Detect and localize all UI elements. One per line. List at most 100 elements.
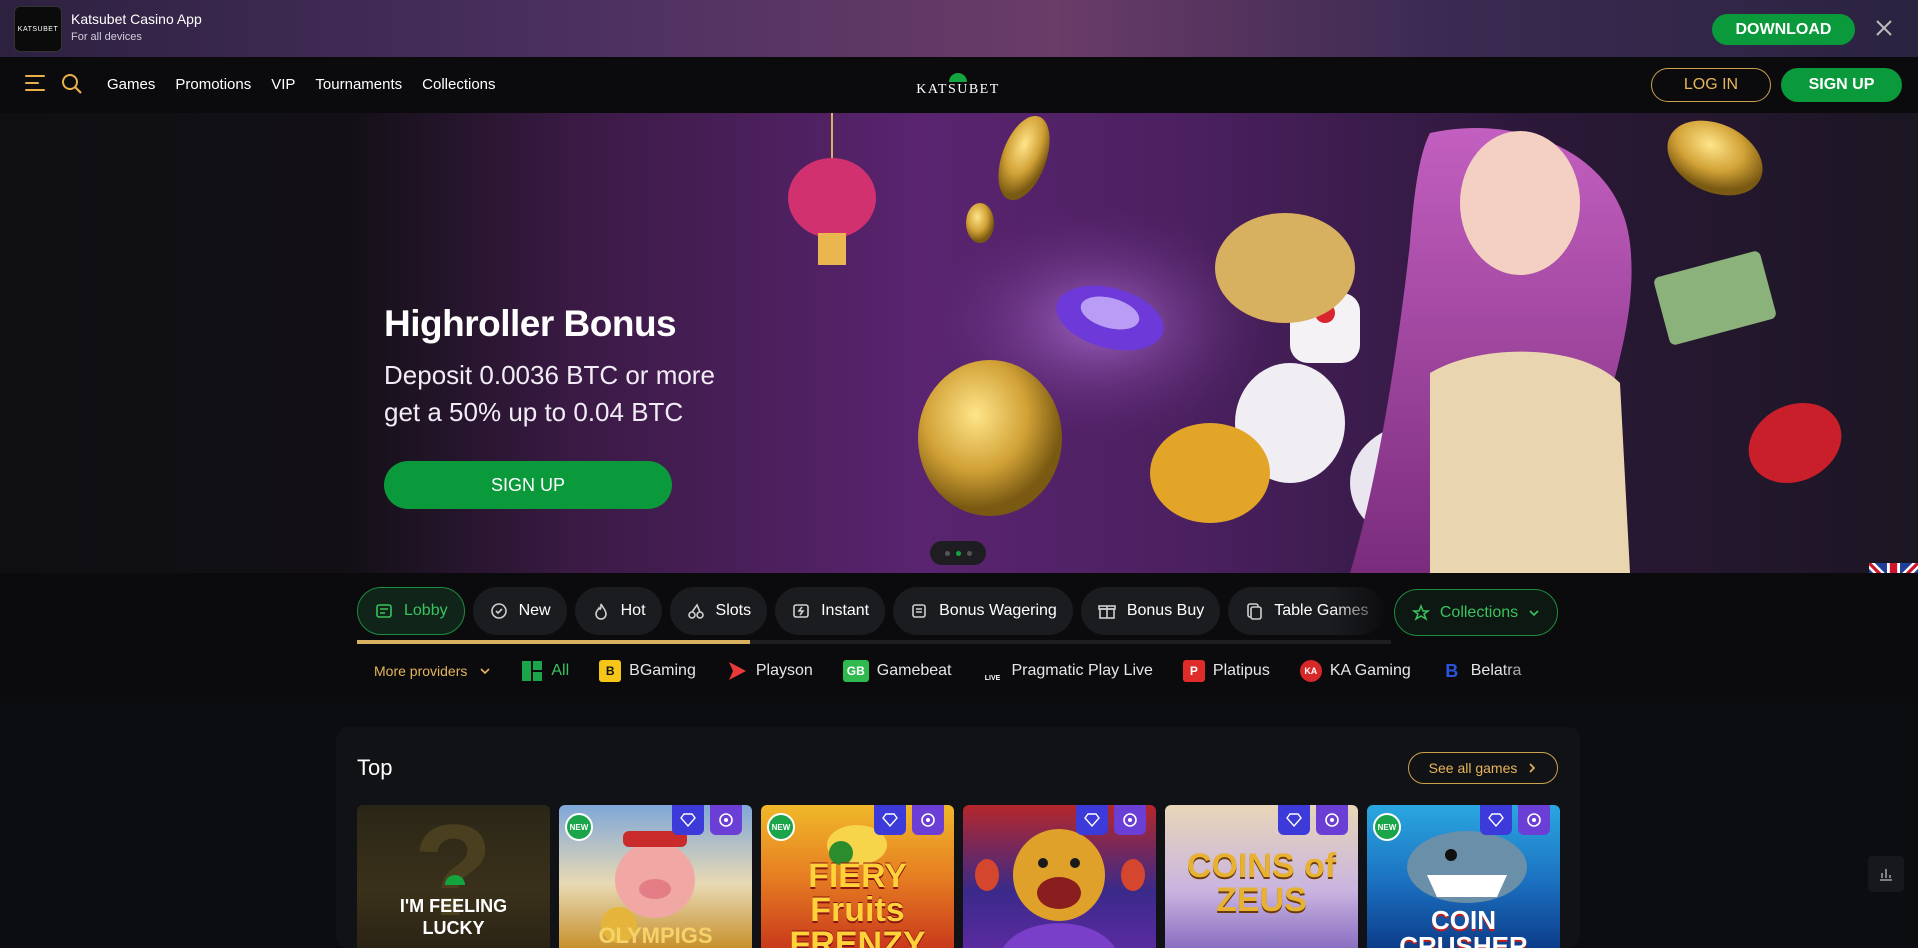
carousel-dot-active[interactable] xyxy=(955,550,961,556)
tab-new[interactable]: New xyxy=(472,587,567,635)
tab-label: Instant xyxy=(821,602,870,619)
section-title: Top xyxy=(357,755,393,780)
provider-label: All xyxy=(551,662,570,679)
wager-icon xyxy=(909,601,929,621)
tab-bonus-wagering[interactable]: Bonus Wagering xyxy=(893,587,1073,635)
diamond-icon xyxy=(1076,805,1108,835)
app-banner-title: Katsubet Casino App xyxy=(71,11,202,27)
search-icon[interactable] xyxy=(61,73,83,95)
game-title: COINS of ZEUS xyxy=(1186,847,1337,919)
tabs-scrollbar-thumb[interactable] xyxy=(357,640,750,644)
game-tile-olympigs[interactable]: OLYMPIGS NEW xyxy=(559,805,752,948)
app-logo: KATSUBET xyxy=(14,6,62,52)
hero-signup-button[interactable]: SIGN UP xyxy=(384,461,672,509)
provider-playson[interactable]: Playson xyxy=(726,660,813,682)
site-logo-text: KATSUBET xyxy=(916,82,1000,97)
belatra-logo: B xyxy=(1445,660,1459,681)
gamebeat-logo: GB xyxy=(842,660,869,682)
signup-button[interactable]: SIGN UP xyxy=(1781,68,1902,102)
tab-label: New xyxy=(518,602,551,619)
carousel-dot[interactable] xyxy=(944,550,950,556)
provider-ka-gaming[interactable]: KA KA Gaming xyxy=(1299,660,1411,682)
hamburger-icon[interactable] xyxy=(25,75,45,93)
provider-all[interactable]: All xyxy=(521,660,569,682)
carousel-dot[interactable] xyxy=(966,550,972,556)
diamond-icon xyxy=(1480,805,1512,835)
cycle-icon xyxy=(912,805,944,835)
game-title: OLYMPIGS xyxy=(598,923,713,948)
close-icon[interactable] xyxy=(1872,16,1896,40)
gift-icon xyxy=(1097,601,1117,621)
playson-icon xyxy=(726,660,748,682)
feeling-lucky-tile[interactable]: ? I'M FEELING LUCKY xyxy=(357,805,550,948)
instant-icon xyxy=(791,601,811,621)
see-all-label: See all games xyxy=(1428,760,1518,776)
tab-hot[interactable]: Hot xyxy=(574,587,662,635)
provider-bgaming[interactable]: B BGaming xyxy=(599,660,696,682)
nav-link-promotions[interactable]: Promotions xyxy=(175,76,251,93)
more-providers-label: More providers xyxy=(374,663,468,679)
providers-fade xyxy=(1500,653,1560,689)
chevron-right-icon xyxy=(1527,763,1537,773)
tab-slots[interactable]: Slots xyxy=(669,587,768,635)
collections-dropdown[interactable]: Collections xyxy=(1394,589,1558,636)
new-badge: NEW xyxy=(565,813,593,841)
provider-label: Platipus xyxy=(1212,662,1270,679)
tab-label: Lobby xyxy=(404,602,448,619)
game-tile-tiger[interactable] xyxy=(963,805,1156,948)
category-tabs: Lobby New Hot Slots Instant Bonus Wageri… xyxy=(357,587,1391,635)
nav-link-collections[interactable]: Collections xyxy=(422,76,495,93)
platipus-logo: P xyxy=(1182,660,1205,682)
nav-link-games[interactable]: Games xyxy=(107,76,155,93)
more-providers-dropdown[interactable]: More providers xyxy=(374,663,491,679)
nav-link-tournaments[interactable]: Tournaments xyxy=(315,76,402,93)
cycle-icon xyxy=(1518,805,1550,835)
hero-banner[interactable]: Highroller Bonus Deposit 0.0036 BTC or m… xyxy=(0,113,1918,573)
provider-gamebeat[interactable]: GB Gamebeat xyxy=(842,660,952,682)
app-download-banner: KATSUBET Katsubet Casino App For all dev… xyxy=(0,0,1918,57)
cherry-icon xyxy=(686,601,706,621)
see-all-games-button[interactable]: See all games xyxy=(1408,752,1558,784)
new-badge: NEW xyxy=(767,813,795,841)
uk-flag-icon[interactable] xyxy=(1866,560,1918,573)
ka-gaming-logo: KA xyxy=(1299,660,1322,682)
tab-bonus-buy[interactable]: Bonus Buy xyxy=(1080,587,1221,635)
game-category-bar: Lobby New Hot Slots Instant Bonus Wageri… xyxy=(0,573,1918,703)
site-logo[interactable]: KATSUBET xyxy=(915,73,1001,101)
provider-label: Gamebeat xyxy=(876,662,952,679)
nav-link-vip[interactable]: VIP xyxy=(271,76,295,93)
live-logo: LIVE xyxy=(984,675,1001,682)
game-tile-fiery-fruits-frenzy[interactable]: FIERY Fruits FRENZY NEW xyxy=(761,805,954,948)
logo-dome-icon xyxy=(949,73,967,82)
collections-label: Collections xyxy=(1439,603,1519,621)
game-tile-coins-of-zeus[interactable]: COINS of ZEUS xyxy=(1165,805,1358,948)
tab-label: Bonus Wagering xyxy=(939,602,1057,619)
login-button[interactable]: LOG IN xyxy=(1651,68,1771,102)
provider-label: KA Gaming xyxy=(1329,662,1411,679)
tabs-fade xyxy=(1330,587,1392,635)
cycle-icon xyxy=(710,805,742,835)
tab-lobby[interactable]: Lobby xyxy=(357,587,465,635)
game-tile-coin-crusher[interactable]: COIN CRUSHER NEW xyxy=(1367,805,1560,948)
cards-icon xyxy=(1244,601,1264,621)
hero-subtitle-line-1: Deposit 0.0036 BTC or more xyxy=(384,360,715,390)
hero-subtitle-line-2: get a 50% up to 0.04 BTC xyxy=(384,397,684,427)
download-button[interactable]: DOWNLOAD xyxy=(1712,14,1855,45)
new-icon xyxy=(489,601,509,621)
provider-pragmatic-play-live[interactable]: LIVE Pragmatic Play Live xyxy=(982,660,1153,682)
cycle-icon xyxy=(1316,805,1348,835)
bgaming-logo: B xyxy=(599,660,622,682)
stats-chart-icon[interactable] xyxy=(1868,856,1904,892)
tab-instant[interactable]: Instant xyxy=(775,587,886,635)
all-grid-icon xyxy=(521,660,543,682)
diamond-icon xyxy=(874,805,906,835)
tab-label: Slots xyxy=(715,602,752,619)
cycle-icon xyxy=(1114,805,1146,835)
nav-links: Games Promotions VIP Tournaments Collect… xyxy=(107,76,516,93)
tab-label: Bonus Buy xyxy=(1126,602,1205,619)
provider-label: Playson xyxy=(755,662,813,679)
feeling-lucky-label: I'M FEELING LUCKY xyxy=(399,896,508,938)
provider-platipus[interactable]: P Platipus xyxy=(1182,660,1270,682)
tabs-scrollbar[interactable] xyxy=(357,640,1391,644)
hero-title: Highroller Bonus xyxy=(384,303,677,344)
